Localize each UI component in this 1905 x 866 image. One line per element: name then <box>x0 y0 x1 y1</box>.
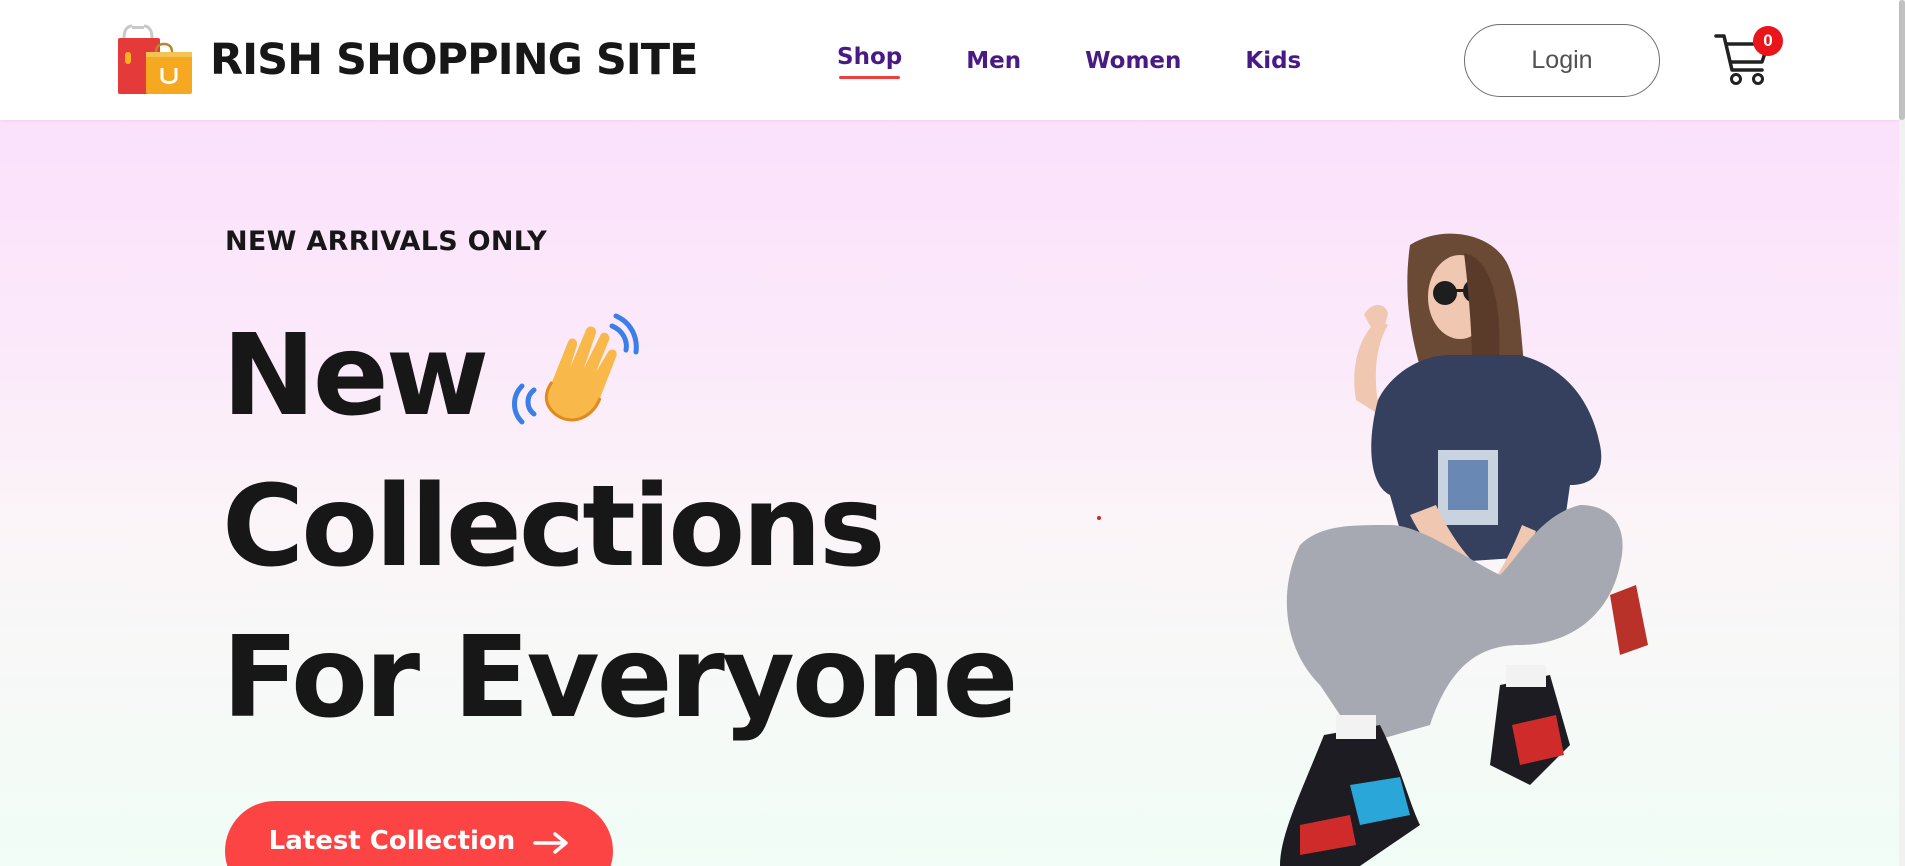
decorative-dot <box>1097 516 1101 520</box>
nav-item-women[interactable]: Women <box>1085 48 1181 74</box>
main-nav: Shop Men Women Kids <box>837 44 1301 79</box>
nav-item-label: Men <box>966 48 1022 74</box>
cta-label: Latest Collection <box>268 826 516 856</box>
active-nav-underline <box>839 76 901 79</box>
cart-count-badge: 0 <box>1753 26 1783 56</box>
nav-item-label: Shop <box>837 44 903 70</box>
latest-collection-button[interactable]: Latest Collection <box>225 801 613 866</box>
headline-text: Collections <box>222 461 886 592</box>
hero-model-image <box>1280 233 1648 866</box>
headline-line-2: Collections <box>222 451 1016 602</box>
login-button-label: Login <box>1531 46 1593 74</box>
brand[interactable]: RISH SHOPPING SITE <box>116 24 699 96</box>
login-button[interactable]: Login <box>1464 24 1660 97</box>
headline-text: For Everyone <box>222 612 1018 743</box>
headline-text: New <box>222 310 489 441</box>
hero-headline: New Collections For Everyone <box>222 300 1018 753</box>
nav-item-kids[interactable]: Kids <box>1245 48 1301 74</box>
scrollbar[interactable] <box>1899 0 1905 866</box>
nav-item-label: Kids <box>1245 48 1302 74</box>
arrow-right-icon <box>533 832 569 854</box>
nav-item-label: Women <box>1085 48 1182 74</box>
waving-hand-icon <box>512 313 639 424</box>
nav-item-men[interactable]: Men <box>966 48 1021 74</box>
brand-name: RISH SHOPPING SITE <box>210 35 699 85</box>
hero-section: NEW ARRIVALS ONLY New Collections For Ev… <box>0 120 1899 866</box>
hero-eyebrow: NEW ARRIVALS ONLY <box>225 226 547 257</box>
headline-line-3: For Everyone <box>222 602 1018 753</box>
shopping-bags-icon <box>118 24 192 94</box>
nav-item-shop[interactable]: Shop <box>837 44 903 79</box>
headline-line-1: New <box>222 300 1016 451</box>
navbar: RISH SHOPPING SITE Shop Men Women Kids L… <box>0 0 1899 120</box>
scrollbar-thumb[interactable] <box>1899 0 1905 120</box>
